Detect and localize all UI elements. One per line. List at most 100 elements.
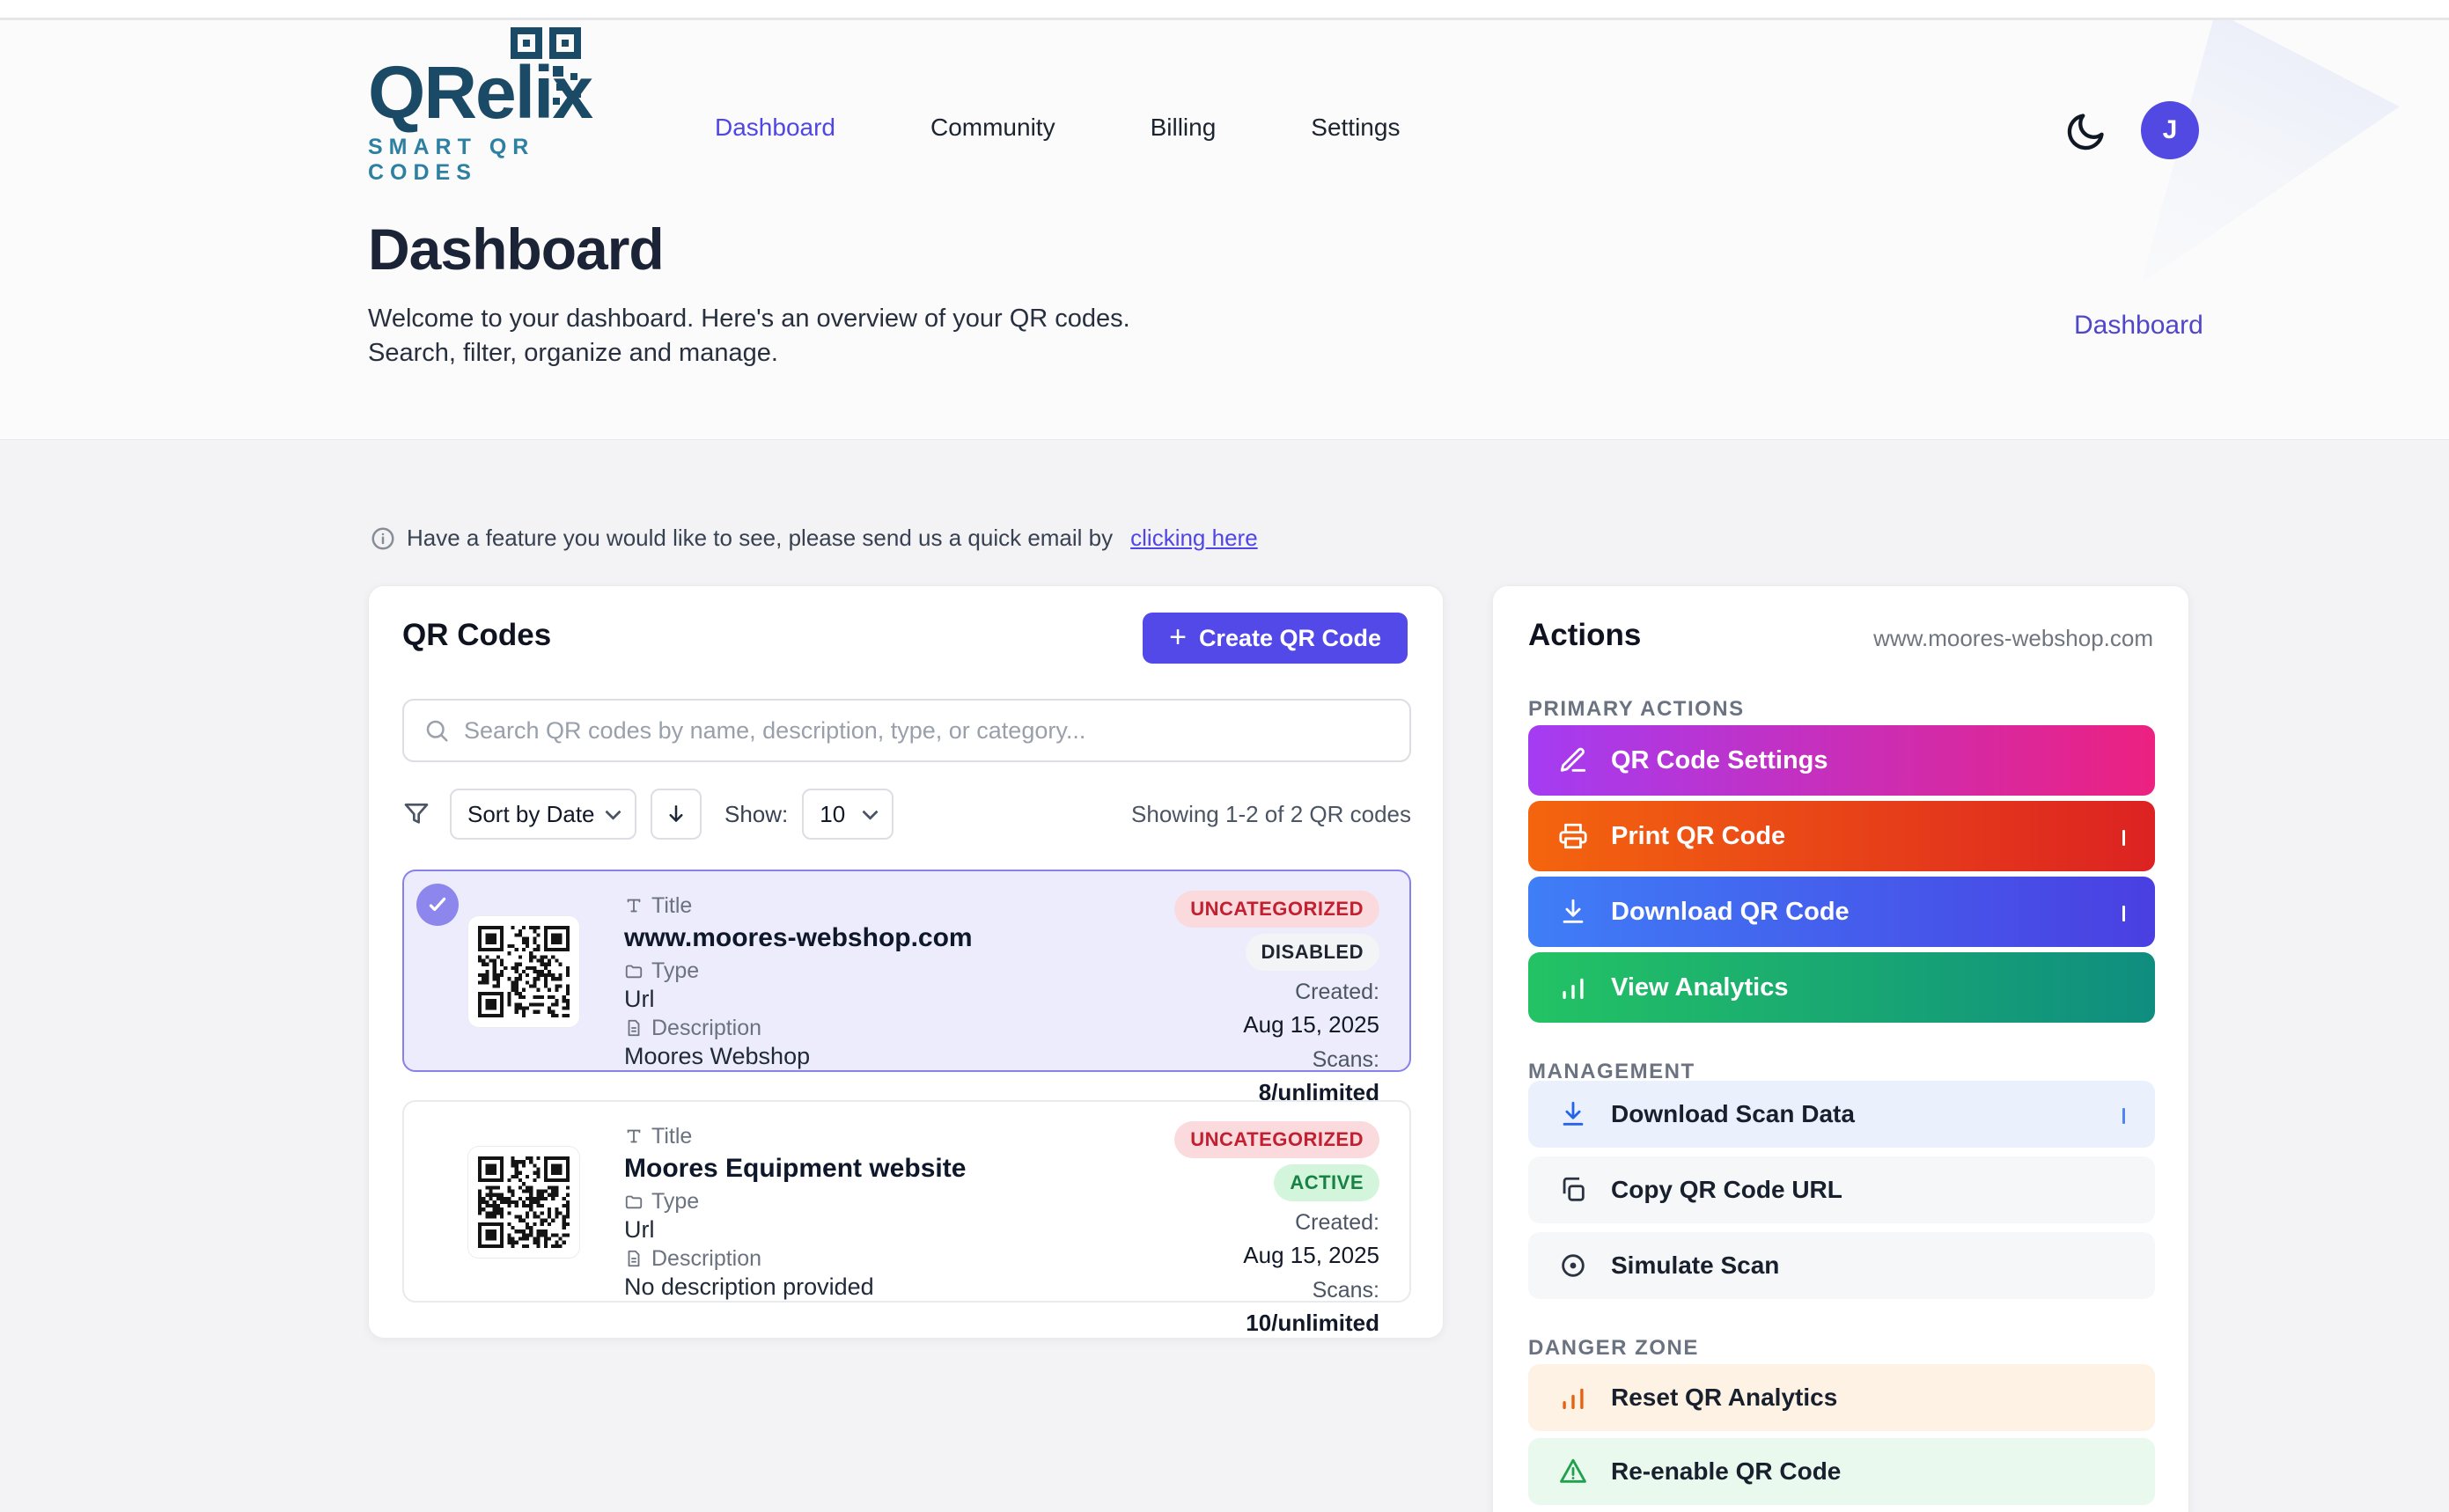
download-icon: [1558, 1099, 1588, 1129]
main-nav: Dashboard Community Billing Settings: [715, 114, 1400, 142]
action-label: Re-enable QR Code: [1611, 1457, 1841, 1486]
create-qr-code-button[interactable]: + Create QR Code: [1143, 613, 1408, 664]
field-label-text: Title: [651, 893, 692, 919]
nav-item-billing[interactable]: Billing: [1151, 114, 1217, 142]
scans-value: 10/unlimited: [1246, 1310, 1379, 1337]
brand-tagline: SMART QR CODES: [368, 135, 632, 186]
decorative-beam: [2095, 20, 2449, 291]
qr-description: Moores Webshop: [624, 1043, 973, 1070]
action-label: Copy QR Code URL: [1611, 1176, 1842, 1204]
page-title: Dashboard: [368, 216, 664, 283]
action-label: View Analytics: [1611, 973, 1789, 1002]
view-analytics-button[interactable]: View Analytics: [1528, 952, 2155, 1023]
notice-text: Have a feature you would like to see, pl…: [407, 525, 1113, 552]
user-avatar[interactable]: J: [2141, 101, 2199, 159]
action-label: Download QR Code: [1611, 898, 1850, 927]
scans-label: Scans:: [1313, 1047, 1379, 1073]
action-label: QR Code Settings: [1611, 746, 1828, 775]
field-label-text: Description: [651, 1246, 761, 1272]
action-label: Print QR Code: [1611, 822, 1785, 851]
actions-panel: Actions www.moores-webshop.com PRIMARY A…: [1492, 585, 2189, 1512]
created-value: Aug 15, 2025: [1243, 1242, 1379, 1269]
download-icon: [1558, 897, 1588, 927]
qr-code-image: [478, 1156, 570, 1248]
sort-direction-button[interactable]: [651, 789, 702, 840]
status-badge: ACTIVE: [1274, 1164, 1379, 1201]
qr-code-thumbnail: [467, 1146, 580, 1259]
page-size-value: 10: [820, 801, 845, 828]
nav-item-settings[interactable]: Settings: [1311, 114, 1400, 142]
qr-search-box: [402, 699, 1411, 762]
card-meta: UNCATEGORIZED DISABLED Created: Aug 15, …: [1174, 891, 1379, 1106]
dark-mode-toggle[interactable]: [2062, 108, 2111, 158]
search-input[interactable]: [464, 717, 1390, 745]
search-icon: [423, 717, 450, 744]
selected-check-icon[interactable]: [416, 884, 459, 926]
qr-code-settings-button[interactable]: QR Code Settings: [1528, 725, 2155, 796]
pencil-icon: [1558, 745, 1588, 775]
status-badge: DISABLED: [1246, 934, 1379, 971]
created-label: Created:: [1295, 1210, 1379, 1236]
selected-qr-url: www.moores-webshop.com: [1873, 625, 2153, 652]
nav-item-dashboard[interactable]: Dashboard: [715, 114, 835, 142]
primary-actions-label: PRIMARY ACTIONS: [1528, 697, 1745, 722]
copy-icon: [1558, 1175, 1588, 1205]
chevron-down-icon: [605, 804, 621, 819]
arrow-down-icon: [663, 801, 689, 827]
qr-glyph-icon: [511, 27, 595, 112]
filter-funnel-icon[interactable]: [402, 800, 430, 828]
hero-section: QRelix SMART QR CODES Dashboard Communit…: [0, 20, 2449, 440]
page-size-select[interactable]: 10: [802, 789, 894, 840]
chevron-down-icon: [2122, 1108, 2125, 1121]
bar-chart-icon: [1558, 1383, 1588, 1413]
qr-card-moores-webshop[interactable]: Title www.moores-webshop.com Type Url De…: [402, 870, 1411, 1072]
card-meta: UNCATEGORIZED ACTIVE Created: Aug 15, 20…: [1174, 1121, 1379, 1337]
description-field-label: Description: [624, 1244, 966, 1273]
chevron-down-icon: [2122, 906, 2125, 919]
action-label: Reset QR Analytics: [1611, 1384, 1837, 1412]
field-label-text: Type: [651, 1189, 699, 1215]
nav-item-community[interactable]: Community: [930, 114, 1055, 142]
re-enable-qr-code-button[interactable]: Re-enable QR Code: [1528, 1438, 2155, 1505]
create-qr-code-label: Create QR Code: [1199, 625, 1381, 652]
card-fields: Title www.moores-webshop.com Type Url De…: [624, 891, 973, 1070]
folder-icon: [624, 1192, 644, 1211]
category-badge: UNCATEGORIZED: [1174, 1121, 1379, 1158]
qr-panel-title: QR Codes: [402, 618, 551, 653]
action-label: Download Scan Data: [1611, 1100, 1855, 1128]
breadcrumb[interactable]: Dashboard: [2074, 311, 2203, 341]
qr-title: www.moores-webshop.com: [624, 921, 973, 956]
reset-qr-analytics-button[interactable]: Reset QR Analytics: [1528, 1364, 2155, 1431]
card-fields: Title Moores Equipment website Type Url …: [624, 1121, 966, 1301]
download-qr-code-button[interactable]: Download QR Code: [1528, 877, 2155, 947]
copy-qr-code-url-button[interactable]: Copy QR Code URL: [1528, 1156, 2155, 1223]
text-icon: [624, 1127, 644, 1146]
download-scan-data-button[interactable]: Download Scan Data: [1528, 1081, 2155, 1148]
title-field-label: Title: [624, 1121, 966, 1151]
printer-icon: [1558, 821, 1588, 851]
title-field-label: Title: [624, 891, 973, 921]
show-label: Show:: [724, 801, 788, 828]
scan-eye-icon: [1558, 1251, 1588, 1281]
top-strip: [0, 0, 2449, 18]
qr-type: Url: [624, 986, 973, 1013]
page-subtitle: Welcome to your dashboard. Here's an ove…: [368, 302, 1130, 370]
filter-row: Sort by Date Show: 10 Showing 1-2 of 2 Q…: [402, 789, 1411, 840]
print-qr-code-button[interactable]: Print QR Code: [1528, 801, 2155, 871]
clicking-here-link[interactable]: clicking here: [1130, 525, 1258, 552]
sort-select[interactable]: Sort by Date: [450, 789, 636, 840]
document-icon: [624, 1249, 644, 1268]
actions-title: Actions: [1528, 618, 1641, 653]
bar-chart-icon: [1558, 973, 1588, 1002]
field-label-text: Type: [651, 958, 699, 984]
qr-codes-panel: QR Codes + Create QR Code Sort by Date: [368, 585, 1444, 1339]
danger-zone-label: DANGER ZONE: [1528, 1336, 1699, 1361]
qr-card-moores-equipment[interactable]: Title Moores Equipment website Type Url …: [402, 1100, 1411, 1303]
brand-logo[interactable]: QRelix SMART QR CODES: [368, 55, 632, 186]
type-field-label: Type: [624, 1186, 966, 1216]
created-value: Aug 15, 2025: [1243, 1011, 1379, 1039]
simulate-scan-button[interactable]: Simulate Scan: [1528, 1232, 2155, 1299]
qr-title: Moores Equipment website: [624, 1151, 966, 1186]
plus-icon: +: [1169, 622, 1187, 652]
qr-type: Url: [624, 1216, 966, 1244]
